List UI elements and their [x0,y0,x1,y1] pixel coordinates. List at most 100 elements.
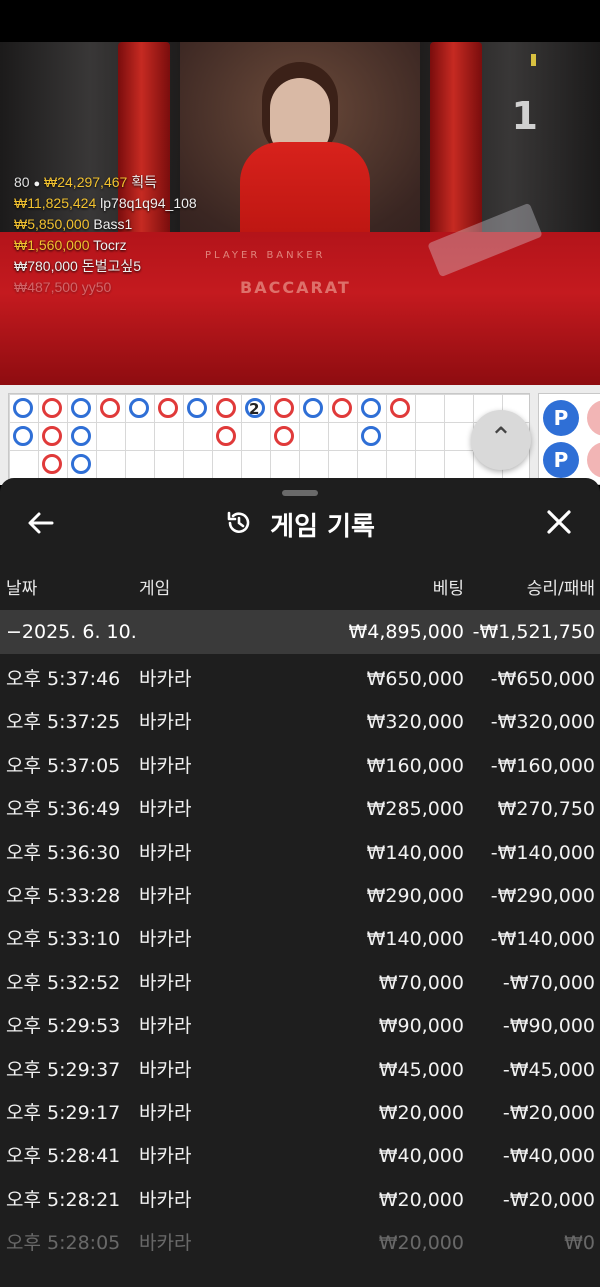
row-result: ₩270,750 [497,798,595,821]
row-time: 오후 5:29:53 [6,1015,121,1038]
winners-label: 획득 [131,174,157,190]
bead-player [129,398,149,418]
row-game: 바카라 [139,841,192,864]
winners-header: 80 ● ₩24,297,467 획득 [14,172,197,193]
row-result: -₩70,000 [502,971,595,994]
row-time: 오후 5:29:37 [6,1058,121,1081]
table-header: 날짜 게임 베팅 승리/패배 [0,574,600,604]
history-row[interactable]: 오후 5:36:49 바카라 ₩285,000 ₩270,750 [0,788,600,831]
user-icon: ● [33,178,41,190]
row-time: 오후 5:37:25 [6,711,121,734]
winner-amount: ₩11,825,424 [14,195,97,211]
bead-player [303,398,323,418]
row-bet: ₩140,000 [366,841,464,864]
banker-predict-button[interactable] [587,442,600,478]
status-bar [0,0,600,42]
row-game: 바카라 [139,1145,192,1168]
row-bet: ₩140,000 [366,928,464,951]
row-bet: ₩70,000 [378,971,464,994]
row-time: 오후 5:37:46 [6,668,121,690]
row-bet: ₩20,000 [378,1232,464,1255]
history-row[interactable]: 오후 5:29:53 바카라 ₩90,000 -₩90,000 [0,1005,600,1048]
history-row[interactable]: 오후 5:36:30 바카라 ₩140,000 -₩140,000 [0,832,600,875]
banker-predict-button[interactable] [587,400,600,436]
row-game: 바카라 [139,668,192,690]
row-bet: ₩20,000 [378,1101,464,1124]
row-result: -₩40,000 [502,1145,595,1168]
table-print-baccarat: BACCARAT [240,278,351,297]
history-row[interactable]: 오후 5:37:05 바카라 ₩160,000 -₩160,000 [0,745,600,788]
drag-handle[interactable] [282,490,318,496]
history-row[interactable]: 오후 5:33:28 바카라 ₩290,000 -₩290,000 [0,875,600,918]
winner-row: ₩11,825,424 lp78q1q94_108 [14,193,197,214]
bead-banker [216,398,236,418]
row-bet: ₩290,000 [366,884,464,907]
winner-name: 돈벌고싶5 [81,258,142,274]
bead-banker [42,454,62,474]
row-bet: ₩20,000 [378,1188,464,1211]
row-bet: ₩285,000 [366,798,464,821]
column-header-game: 게임 [139,579,171,599]
row-result: -₩20,000 [502,1188,595,1211]
row-game: 바카라 [139,711,192,734]
history-row[interactable]: 오후 5:28:21 바카라 ₩20,000 -₩20,000 [0,1179,600,1222]
history-row[interactable]: 오후 5:29:37 바카라 ₩45,000 -₩45,000 [0,1049,600,1092]
row-time: 오후 5:28:05 [6,1232,121,1255]
date-group-result-total: -₩1,521,750 [472,621,595,643]
close-icon[interactable] [542,508,576,542]
row-time: 오후 5:36:30 [6,841,121,864]
row-time: 오후 5:29:17 [6,1101,121,1124]
row-game: 바카라 [139,1015,192,1038]
bead-road-grid: 2 ⌃ [8,393,531,485]
date-group-bet-total: ₩4,895,000 [348,621,464,643]
row-game: 바카라 [139,798,192,821]
bead-banker [216,426,236,446]
winner-amount: ₩1,560,000 [14,237,90,253]
row-time: 오후 5:28:41 [6,1145,121,1168]
player-predict-button[interactable]: P [543,400,579,436]
double-chevron-up-icon[interactable]: ⌃ [471,410,531,470]
history-row[interactable]: 오후 5:28:41 바카라 ₩40,000 -₩40,000 [0,1135,600,1178]
history-row[interactable]: 오후 5:29:17 바카라 ₩20,000 -₩20,000 [0,1092,600,1135]
bet-prediction-panel: P P [538,393,600,485]
date-group-row[interactable]: −2025. 6. 10. ₩4,895,000 -₩1,521,750 [0,610,600,654]
bead-player [361,398,381,418]
history-row[interactable]: 오후 5:37:25 바카라 ₩320,000 -₩320,000 [0,701,600,744]
column-header-bet: 베팅 [432,579,464,599]
game-history-sheet: 게임 기록 날짜 게임 베팅 승리/패배 −2025. 6. 10. ₩4,89… [0,478,600,1287]
winners-total: ₩24,297,467 [44,174,128,190]
winner-name: yy50 [81,279,112,295]
sheet-header: 게임 기록 [0,506,600,543]
history-row[interactable]: 오후 5:33:10 바카라 ₩140,000 -₩140,000 [0,918,600,961]
curtain-right [430,42,482,242]
bead-banker [42,398,62,418]
history-row[interactable]: 오후 5:28:05 바카라 ₩20,000 ₩0 [0,1222,600,1265]
bead-banker [100,398,120,418]
row-game: 바카라 [139,1058,192,1081]
row-time: 오후 5:36:49 [6,798,121,821]
row-game: 바카라 [139,1188,192,1211]
winner-row: ₩780,000 돈벌고싶5 [14,256,197,277]
history-row[interactable]: 오후 5:32:52 바카라 ₩70,000 -₩70,000 [0,962,600,1005]
row-game: 바카라 [139,928,192,951]
row-result: -₩20,000 [502,1101,595,1124]
row-time: 오후 5:33:10 [6,928,121,951]
history-icon [225,509,253,541]
row-game: 바카라 [139,1101,192,1124]
bead-banker [274,426,294,446]
row-bet: ₩40,000 [378,1145,464,1168]
winners-count: 80 [14,174,30,190]
row-bet: ₩320,000 [366,711,464,734]
bead-banker [332,398,352,418]
row-result: -₩160,000 [490,754,595,777]
winner-row: ₩487,500 yy50 [14,277,197,298]
player-predict-button[interactable]: P [543,442,579,478]
row-bet: ₩650,000 [366,668,464,690]
round-number: 1 [511,94,538,138]
bead-player [187,398,207,418]
row-result: -₩45,000 [502,1058,595,1081]
history-row[interactable]: 오후 5:37:46 바카라 ₩650,000 -₩650,000 [0,658,600,701]
bead-banker [42,426,62,446]
row-time: 오후 5:37:05 [6,754,121,777]
row-result: ₩0 [564,1232,595,1255]
